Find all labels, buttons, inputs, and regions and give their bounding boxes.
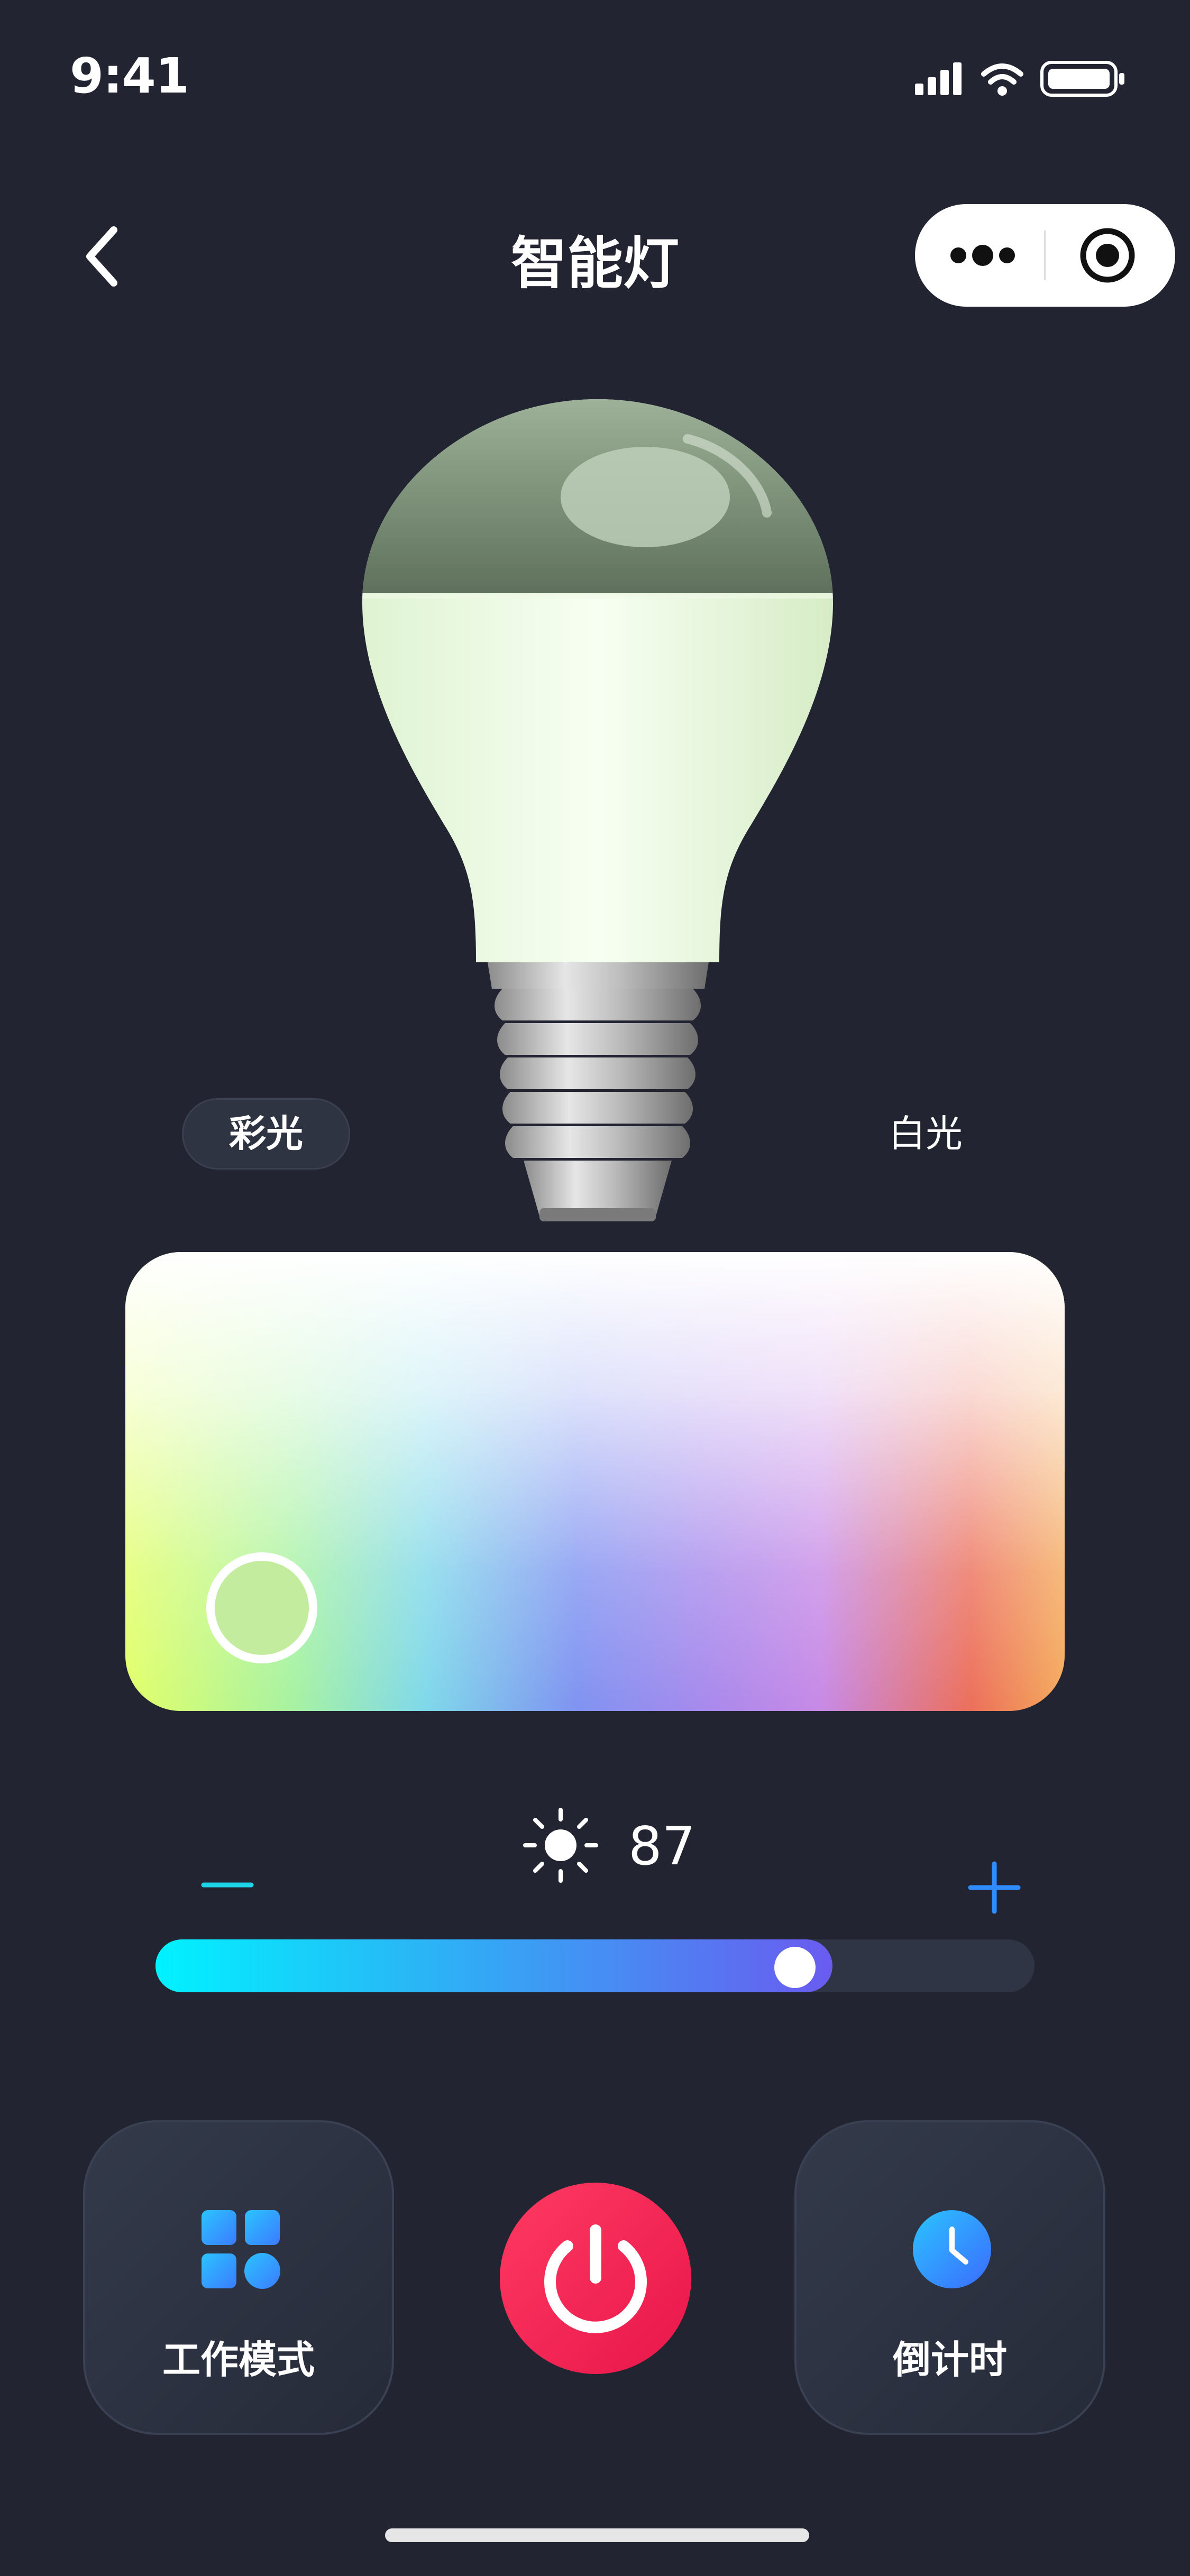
more-button[interactable] [915, 204, 1042, 307]
power-button[interactable] [500, 2183, 691, 2374]
brightness-slider[interactable] [155, 1939, 1035, 1992]
brightness-slider-fill [155, 1939, 832, 1992]
brightness-decrease-button[interactable] [193, 1859, 262, 1911]
color-picker-handle[interactable] [206, 1552, 317, 1663]
plus-icon [968, 1861, 1021, 1914]
light-bulb-image [349, 391, 846, 1232]
brightness-sun-icon [523, 1808, 598, 1883]
sun-icon [521, 1806, 600, 1885]
white-light-tab[interactable]: 白光 [846, 1098, 1005, 1170]
status-time: 9:41 [70, 48, 189, 104]
clock-icon [910, 2207, 994, 2292]
grid-icon [198, 2207, 283, 2292]
countdown-label: 倒计时 [892, 2338, 1007, 2382]
target-icon [1080, 228, 1135, 283]
clock-icon-svg [913, 2210, 991, 2288]
work-mode-button[interactable]: 工作模式 [83, 2120, 394, 2435]
more-dots-icon [950, 245, 1015, 266]
mini-program-capsule [915, 204, 1175, 307]
work-mode-label: 工作模式 [162, 2338, 315, 2382]
countdown-timer-button[interactable]: 倒计时 [794, 2120, 1105, 2435]
grid-icon-svg [202, 2210, 280, 2289]
capsule-divider [1044, 231, 1046, 280]
brightness-increase-button[interactable] [963, 1856, 1026, 1919]
minus-icon [201, 1882, 254, 1888]
close-button[interactable] [1046, 204, 1175, 307]
power-icon [544, 2224, 647, 2333]
brightness-slider-thumb[interactable] [774, 1947, 816, 1988]
brightness-value: 87 [628, 1815, 696, 1877]
home-indicator [385, 2528, 809, 2542]
smart-light-screen: 9:41 智能灯 彩光 白光 87 工作模式 倒计时 [0, 0, 1190, 2576]
bulb-icon [362, 399, 833, 1221]
color-light-tab[interactable]: 彩光 [182, 1098, 350, 1170]
signal-wifi-battery-icons [915, 61, 1124, 97]
status-icons [915, 58, 1127, 98]
